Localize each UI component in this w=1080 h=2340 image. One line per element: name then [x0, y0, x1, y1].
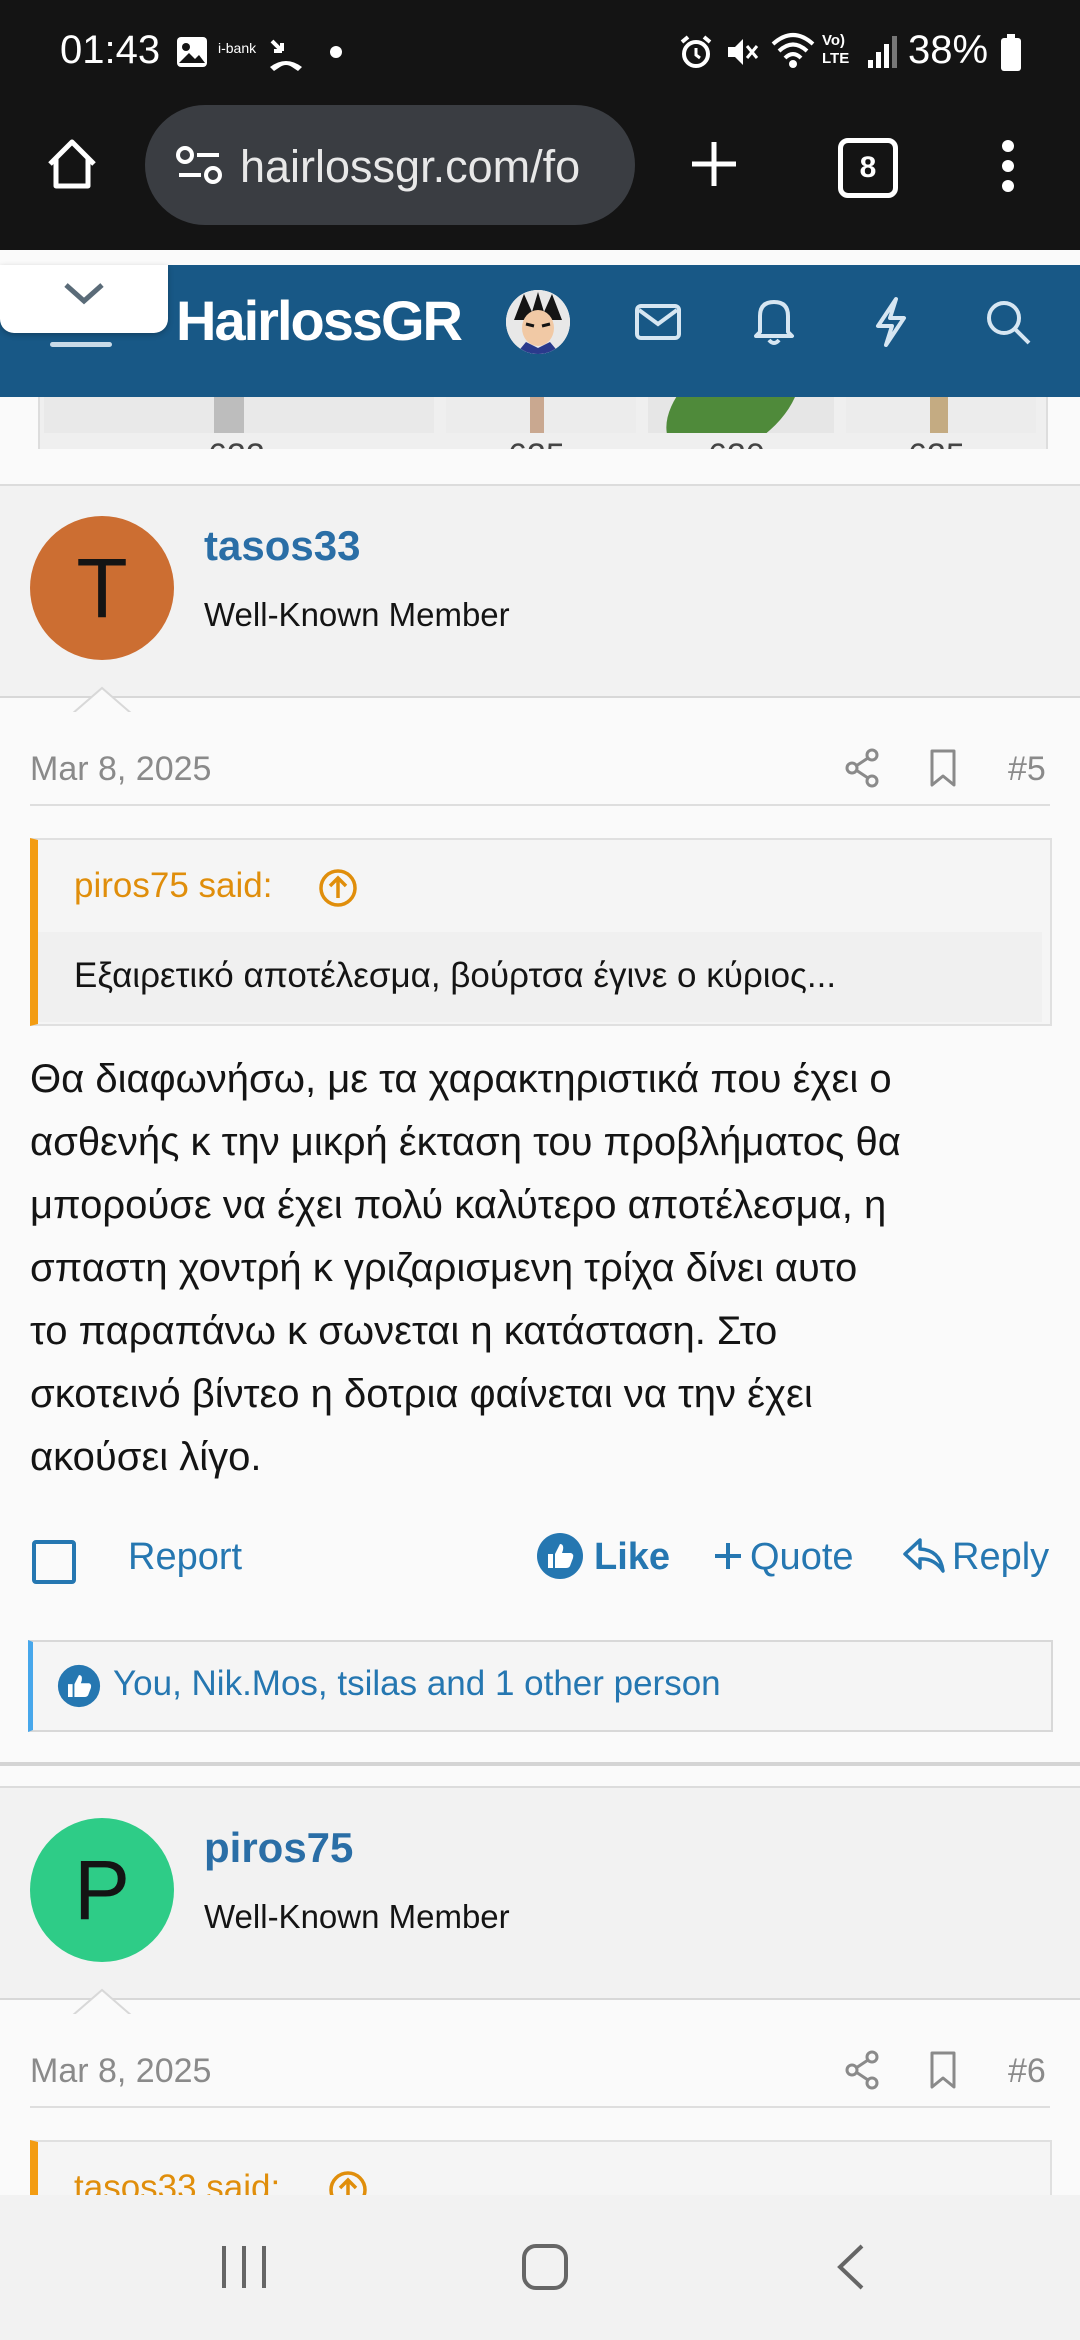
volte-icon: Vo) LTE	[822, 32, 850, 67]
avatar-image	[506, 290, 570, 354]
quote-text[interactable]: Εξαιρετικό αποτέλεσμα, βούρτσα έγινε ο κ…	[74, 956, 836, 996]
like-reaction-icon	[57, 1664, 101, 1708]
share-icon[interactable]	[844, 2050, 880, 2090]
reactions-list[interactable]: You, Nik.Mos, tsilas and 1 other person	[113, 1664, 721, 1704]
mute-icon	[728, 39, 759, 65]
quote-button[interactable]: Quote	[750, 1536, 854, 1579]
gallery-thumb[interactable]	[44, 397, 434, 433]
user-avatar-letter[interactable]: P	[30, 1818, 174, 1962]
system-nav-bar	[0, 2195, 1080, 2340]
ibank-icon: i-bank	[218, 40, 257, 56]
gallery-caption: 625	[508, 437, 565, 449]
message-line: σκοτεινό βίντεο η δοτρια φαίνεται να την…	[30, 1372, 813, 1416]
reply-button[interactable]: Reply	[952, 1536, 1049, 1579]
alarm-icon	[680, 35, 712, 68]
gallery-thumb[interactable]	[446, 397, 636, 433]
post-message: Θα διαφωνήσω, με τα χαρακτηριστικά που έ…	[30, 1048, 1060, 1489]
like-icon[interactable]	[536, 1532, 584, 1580]
thumb-object	[530, 397, 544, 433]
url-text[interactable]: hairlossgr.com/fo	[240, 141, 620, 193]
inbox-icon[interactable]	[634, 302, 682, 342]
post-number[interactable]: #5	[1008, 750, 1046, 789]
message-line: ακούσει λίγο.	[30, 1435, 262, 1479]
reactions-bar[interactable]: You, Nik.Mos, tsilas and 1 other person	[28, 1640, 1053, 1732]
divider	[30, 2106, 1050, 2108]
thumb-object	[648, 397, 821, 433]
signal-icon	[868, 36, 897, 68]
user-arrow	[72, 1988, 132, 2016]
post-separator	[0, 1762, 1080, 1766]
user-arrow	[72, 686, 132, 714]
message-line: μπορούσε να έχει πολύ καλύτερο αποτέλεσμ…	[30, 1183, 887, 1227]
image-icon	[177, 37, 207, 67]
message-line: το παραπάνω κ σωνεται η κατάσταση. Στο	[30, 1309, 778, 1353]
username-link[interactable]: piros75	[204, 1824, 353, 1872]
chevron-down-icon	[64, 283, 104, 305]
message-line: ασθενής κ την μικρή έκταση του προβλήματ…	[30, 1120, 901, 1164]
post-user-info: T tasos33 Well-Known Member	[0, 484, 1080, 698]
missed-call-icon	[270, 39, 302, 71]
battery-icon	[1001, 34, 1021, 71]
post-number[interactable]: #6	[1008, 2052, 1046, 2091]
user-title: Well-Known Member	[204, 1898, 510, 1935]
dot-icon	[330, 46, 342, 58]
gallery-captions: 622 625 620 625	[38, 433, 1044, 449]
post-user-info: P piros75 Well-Known Member	[0, 1786, 1080, 2000]
battery-percent: 38%	[908, 28, 989, 72]
go-to-quote-icon[interactable]	[318, 868, 358, 908]
like-button[interactable]: Like	[594, 1536, 670, 1579]
gallery-caption: 620	[708, 437, 765, 449]
whats-new-icon[interactable]	[872, 296, 910, 348]
status-bar: 01:43 i-bank Vo) LTE 38%	[0, 0, 1080, 105]
share-icon[interactable]	[844, 748, 880, 788]
address-bar[interactable]: hairlossgr.com/fo	[145, 105, 635, 225]
gallery-caption: 625	[908, 437, 965, 449]
new-tab-icon[interactable]	[688, 138, 740, 190]
post-date-text[interactable]: Mar 8, 2025	[30, 750, 211, 788]
wifi-icon	[771, 33, 815, 68]
gallery-thumb[interactable]	[846, 397, 1036, 433]
collapse-toggle[interactable]	[0, 265, 168, 333]
status-time: 01:43	[60, 28, 161, 72]
select-checkbox[interactable]	[32, 1540, 76, 1584]
username-link[interactable]: tasos33	[204, 522, 360, 570]
post-date-text[interactable]: Mar 8, 2025	[30, 2052, 211, 2090]
user-avatar[interactable]	[506, 290, 570, 354]
thumb-object	[214, 397, 244, 433]
report-link[interactable]: Report	[128, 1536, 242, 1579]
back-icon[interactable]	[830, 2242, 870, 2292]
home-icon[interactable]	[44, 136, 100, 192]
bell-icon[interactable]	[752, 296, 796, 346]
attachment-gallery: 622 625 620 625	[0, 397, 1080, 487]
quote-block: piros75 said: Εξαιρετικό αποτέλεσμα, βού…	[30, 838, 1052, 1026]
gallery-thumb[interactable]	[648, 397, 834, 433]
thumb-object	[930, 397, 948, 433]
bookmark-icon[interactable]	[928, 748, 958, 788]
divider	[30, 804, 1050, 806]
site-logo[interactable]: HairlossGR	[176, 288, 463, 353]
quote-author[interactable]: piros75 said:	[74, 866, 272, 906]
post-date[interactable]: Mar 8, 2025	[30, 750, 211, 789]
post-date[interactable]: Mar 8, 2025	[30, 2052, 211, 2091]
recent-apps-icon[interactable]	[218, 2242, 270, 2292]
search-icon[interactable]	[984, 298, 1032, 346]
tab-switcher-button[interactable]: 8	[838, 138, 898, 198]
plus-icon[interactable]	[712, 1540, 744, 1572]
bookmark-icon[interactable]	[928, 2050, 958, 2090]
gallery-caption: 622	[208, 437, 265, 449]
home-nav-icon[interactable]	[520, 2242, 570, 2292]
reply-icon[interactable]	[902, 1536, 946, 1576]
site-settings-icon[interactable]	[175, 145, 223, 185]
message-line: Θα διαφωνήσω, με τα χαρακτηριστικά που έ…	[30, 1057, 892, 1101]
overflow-menu-icon[interactable]	[996, 138, 1020, 194]
menu-icon[interactable]	[50, 342, 112, 347]
user-avatar-letter[interactable]: T	[30, 516, 174, 660]
user-title: Well-Known Member	[204, 596, 510, 633]
message-line: σπαστη χοντρή κ γριζαρισμενη τρίχα δίνει…	[30, 1246, 858, 1290]
